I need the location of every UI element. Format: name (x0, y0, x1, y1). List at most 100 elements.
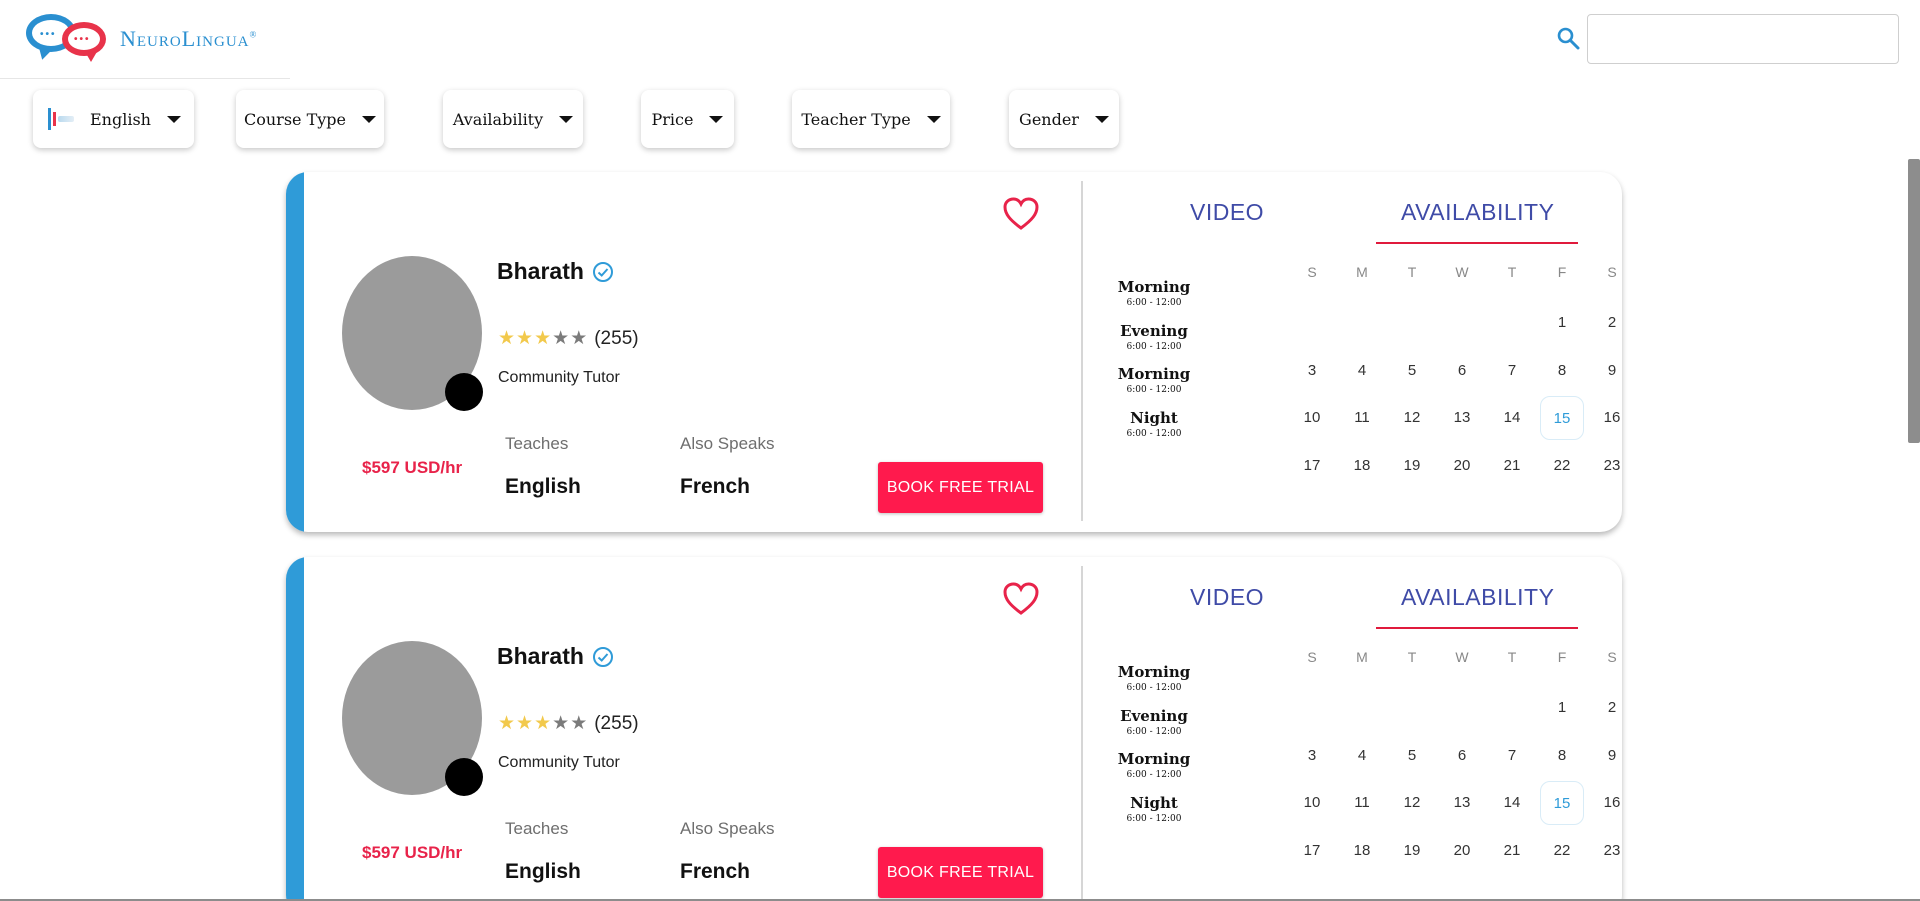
calendar-day[interactable]: 9 (1590, 349, 1622, 393)
filter-teacher-type[interactable]: Teacher Type (792, 90, 950, 148)
calendar-day[interactable]: 23 (1590, 444, 1622, 488)
rating: ★★★★★ (255) (498, 713, 639, 735)
calendar-day[interactable]: 10 (1290, 396, 1334, 440)
calendar-day[interactable]: 18 (1340, 444, 1384, 488)
calendar-day[interactable]: 3 (1290, 734, 1334, 778)
filter-price[interactable]: Price (641, 90, 734, 148)
calendar-day[interactable]: 12 (1390, 396, 1434, 440)
scrollbar-thumb[interactable] (1908, 159, 1920, 443)
caret-down-icon (926, 115, 941, 123)
calendar-day[interactable]: 13 (1440, 396, 1484, 440)
calendar-day[interactable]: 17 (1290, 829, 1334, 873)
calendar-day[interactable]: 19 (1390, 444, 1434, 488)
calendar-day[interactable]: 22 (1540, 444, 1584, 488)
star-icon: ★ (552, 713, 570, 734)
card-accent (286, 557, 304, 901)
calendar-day[interactable]: 14 (1490, 396, 1534, 440)
calendar-day[interactable]: 8 (1540, 734, 1584, 778)
calendar-day[interactable]: 9 (1590, 734, 1622, 778)
calendar-day[interactable]: 6 (1440, 734, 1484, 778)
heart-icon[interactable] (1002, 196, 1040, 232)
card-divider (1081, 566, 1083, 901)
calendar-day[interactable]: 7 (1490, 349, 1534, 393)
calendar-day[interactable]: 2 (1590, 301, 1622, 345)
tutor-name-text: Bharath (497, 258, 584, 284)
calendar-day[interactable]: 7 (1490, 734, 1534, 778)
calendar-day[interactable]: 5 (1390, 349, 1434, 393)
time-slot-range: 6:00 - 12:00 (1126, 727, 1182, 737)
teaches-value: English (505, 860, 581, 883)
calendar-day[interactable]: 14 (1490, 781, 1534, 825)
tab-availability[interactable]: AVAILABILITY (1401, 199, 1554, 226)
filter-course-type[interactable]: Course Type (236, 90, 384, 148)
speaks-value: French (680, 475, 751, 498)
tab-video[interactable]: VIDEO (1190, 584, 1264, 611)
calendar-day[interactable]: 16 (1590, 781, 1622, 825)
filter-language[interactable]: English (33, 90, 194, 148)
calendar-day-today[interactable]: 15 (1540, 781, 1584, 825)
calendar-day[interactable]: 5 (1390, 734, 1434, 778)
tab-video[interactable]: VIDEO (1190, 199, 1264, 226)
calendar-day[interactable]: 19 (1390, 829, 1434, 873)
calendar-day[interactable]: 21 (1490, 829, 1534, 873)
filter-label: Course Type (243, 109, 346, 129)
calendar-day-today[interactable]: 15 (1540, 396, 1584, 440)
speaks-label: Also Speaks (680, 434, 775, 453)
calendar-day[interactable]: 11 (1340, 396, 1384, 440)
calendar-day[interactable]: 22 (1540, 829, 1584, 873)
calendar-day[interactable]: 11 (1340, 781, 1384, 825)
time-slot-range: 6:00 - 12:00 (1126, 385, 1182, 395)
brand-logo[interactable]: ••• ••• NeuroLingua® (26, 12, 257, 64)
calendar-day[interactable]: 17 (1290, 444, 1334, 488)
search-icon[interactable] (1556, 26, 1580, 50)
calendar-day[interactable]: 4 (1340, 349, 1384, 393)
time-slot-name: Morning (1117, 365, 1191, 383)
heart-icon[interactable] (1002, 581, 1040, 617)
calendar-day[interactable]: 12 (1390, 781, 1434, 825)
calendar-day[interactable]: 20 (1440, 829, 1484, 873)
calendar-day[interactable]: 21 (1490, 444, 1534, 488)
time-slot: Morning 6:00 - 12:00 (1114, 365, 1194, 395)
filter-label: English (90, 109, 151, 129)
calendar-day[interactable]: 18 (1340, 829, 1384, 873)
tutor-name[interactable]: Bharath (497, 258, 614, 285)
calendar-day[interactable]: 2 (1590, 686, 1622, 730)
star-icon: ★ (570, 328, 588, 349)
calendar-day[interactable]: 1 (1540, 686, 1584, 730)
calendar-day[interactable]: 10 (1290, 781, 1334, 825)
book-free-trial-button[interactable]: BOOK FREE TRIAL (878, 462, 1043, 513)
time-slot: Morning 6:00 - 12:00 (1114, 663, 1194, 693)
time-slot-name: Morning (1117, 750, 1191, 768)
calendar-day[interactable]: 20 (1440, 444, 1484, 488)
weekday-header: W (1455, 264, 1469, 280)
filter-gender[interactable]: Gender (1009, 90, 1119, 148)
calendar-day[interactable]: 1 (1540, 301, 1584, 345)
calendar-day[interactable]: 8 (1540, 349, 1584, 393)
caret-down-icon (362, 115, 376, 123)
verified-icon (592, 646, 613, 667)
calendar-day[interactable]: 16 (1590, 396, 1622, 440)
caret-down-icon (559, 115, 574, 123)
search-input[interactable] (1587, 14, 1899, 64)
speaks-value: French (680, 860, 751, 883)
calendar-day[interactable]: 6 (1440, 349, 1484, 393)
calendar-day[interactable]: 23 (1590, 829, 1622, 873)
calendar-day[interactable]: 4 (1340, 734, 1384, 778)
hourly-price: $597 USD/hr (362, 843, 463, 862)
star-rating: ★★★★★ (498, 713, 588, 735)
active-tab-indicator (1376, 627, 1578, 629)
filter-availability[interactable]: Availability (443, 90, 583, 148)
star-icon: ★ (516, 713, 534, 734)
tutor-name[interactable]: Bharath (497, 643, 614, 670)
calendar-day[interactable]: 13 (1440, 781, 1484, 825)
filter-label: Price (651, 109, 694, 129)
weekday-header: S (1607, 649, 1617, 665)
calendar-day[interactable]: 3 (1290, 349, 1334, 393)
card-divider (1081, 181, 1083, 521)
book-free-trial-button[interactable]: BOOK FREE TRIAL (878, 847, 1043, 898)
tab-availability[interactable]: AVAILABILITY (1401, 584, 1554, 611)
caret-down-icon (709, 115, 724, 123)
language-flag-icon (46, 106, 78, 132)
weekday-header: M (1356, 264, 1368, 280)
page: ••• ••• NeuroLingua® English Course Type… (0, 0, 1920, 901)
